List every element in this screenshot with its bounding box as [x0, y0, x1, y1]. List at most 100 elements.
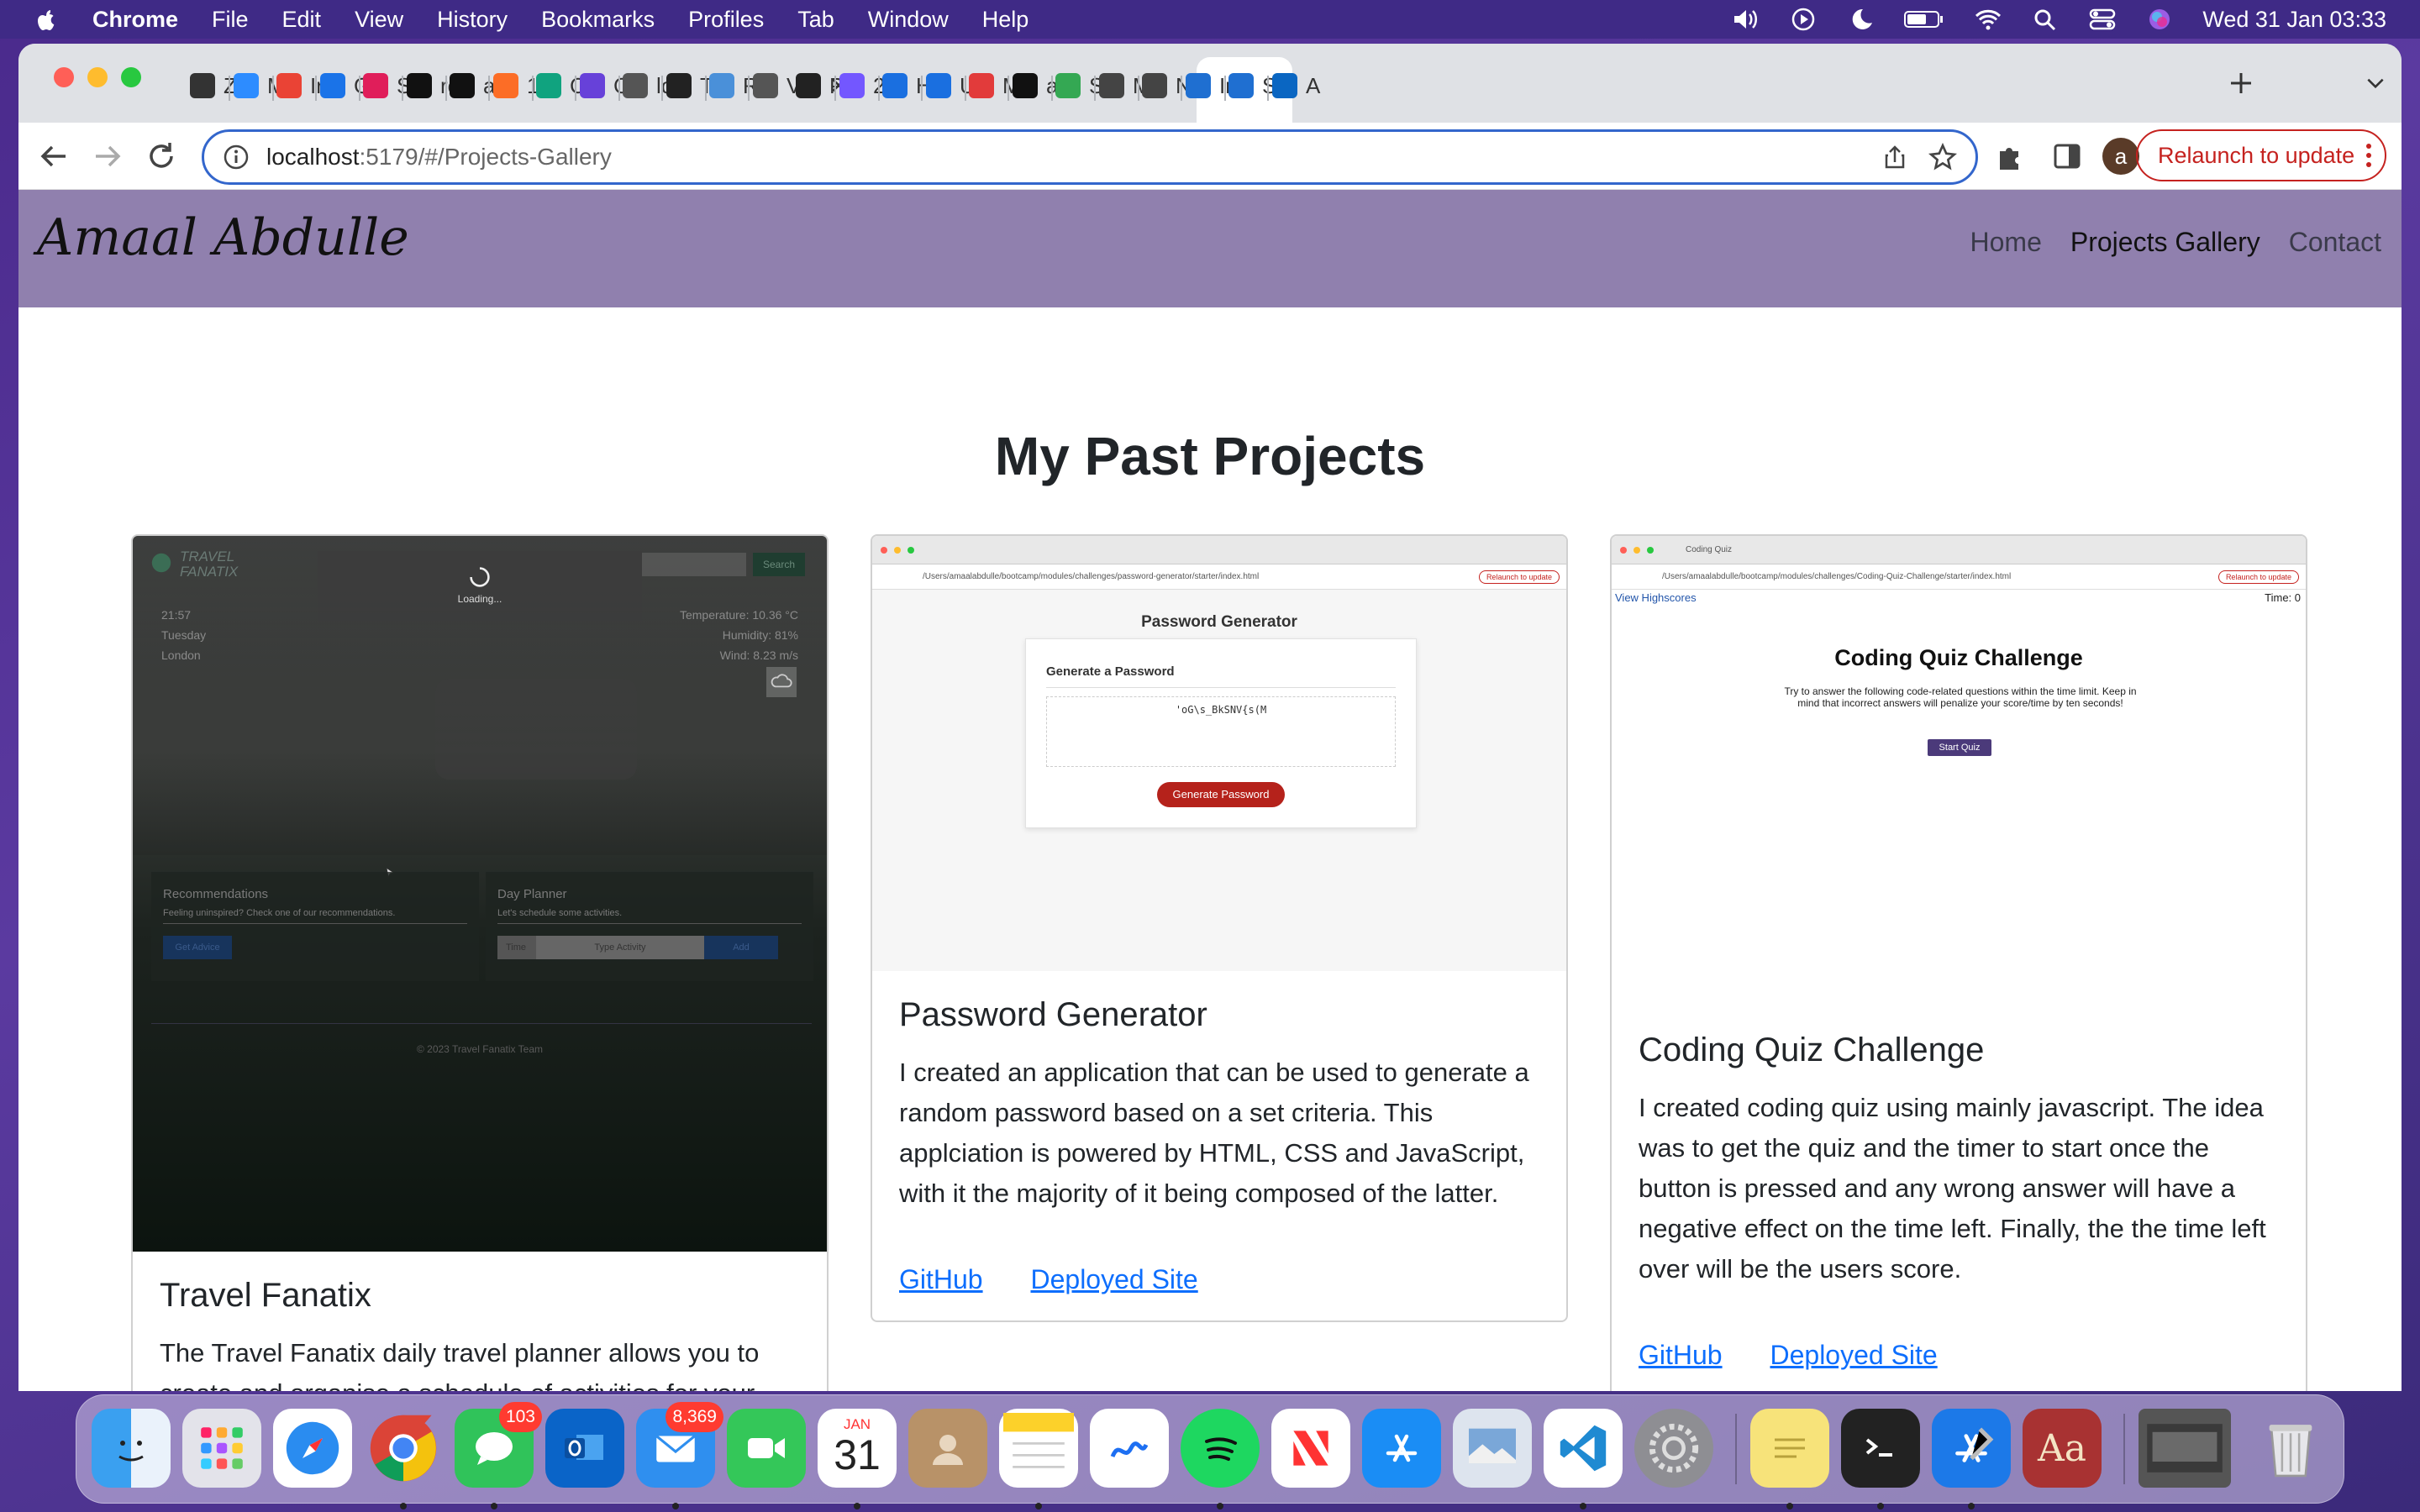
calendar-app-icon[interactable]: JAN 31	[818, 1409, 897, 1509]
menu-help[interactable]: Help	[982, 7, 1029, 33]
browser-tab[interactable]: S	[1228, 69, 1276, 102]
app-store-app-icon[interactable]	[1362, 1409, 1441, 1488]
new-tab-plus-icon[interactable]	[2228, 71, 2254, 96]
pg-generate-button[interactable]: Generate Password	[1157, 782, 1285, 807]
spotlight-search-icon[interactable]	[2031, 7, 2060, 32]
system-settings-app-icon[interactable]	[1634, 1409, 1713, 1488]
menu-history[interactable]: History	[437, 7, 508, 33]
nav-home[interactable]: Home	[1970, 227, 2042, 258]
browser-tab[interactable]: P	[796, 69, 844, 102]
project-screenshot-travel-fanatix[interactable]: TRAVEL FANATIX Loading... Search 21:57 T…	[133, 536, 827, 1252]
safari-app-icon[interactable]	[273, 1409, 352, 1488]
address-bar[interactable]: localhost:5179/#/Projects-Gallery	[202, 129, 1978, 185]
browser-tab[interactable]: N	[1142, 69, 1192, 102]
browser-tab[interactable]: C	[580, 69, 629, 102]
minimized-window-thumbnail[interactable]	[2139, 1409, 2231, 1488]
messages-app-icon[interactable]: 103	[455, 1402, 542, 1509]
outlook-app-icon[interactable]	[545, 1409, 624, 1488]
pg-password-output[interactable]: 'oG\s_BkSNV{s(M	[1046, 696, 1396, 767]
browser-tab[interactable]: R	[709, 69, 759, 102]
focus-moon-icon[interactable]	[1846, 7, 1875, 32]
menu-app-name[interactable]: Chrome	[92, 7, 178, 33]
site-brand[interactable]: Amaal Abdulle	[37, 208, 409, 267]
tab-separator	[1007, 76, 1009, 101]
side-panel-icon[interactable]	[2052, 141, 2082, 171]
menu-tab[interactable]: Tab	[797, 7, 834, 33]
github-link[interactable]: GitHub	[899, 1264, 983, 1294]
freeform-app-icon[interactable]	[1090, 1409, 1169, 1488]
add-activity-button[interactable]: Add	[704, 936, 778, 959]
browser-tab[interactable]: Ir	[276, 69, 324, 102]
chrome-app-icon[interactable]	[364, 1409, 443, 1509]
browser-tab[interactable]: Z	[190, 69, 237, 102]
get-advice-button[interactable]: Get Advice	[163, 936, 232, 959]
news-app-icon[interactable]	[1271, 1409, 1350, 1488]
tab-search-chevron-down-icon[interactable]	[2365, 72, 2386, 94]
activity-input-mini[interactable]: Type Activity	[536, 936, 704, 959]
menu-edit[interactable]: Edit	[282, 7, 322, 33]
project-screenshot-coding-quiz[interactable]: Coding Quiz /Users/amaalabdulle/bootcamp…	[1612, 536, 2306, 1006]
launchpad-app-icon[interactable]	[182, 1409, 261, 1488]
apple-logo-icon[interactable]	[34, 7, 59, 32]
siri-icon[interactable]	[2145, 7, 2174, 32]
browser-tab[interactable]: C	[536, 69, 586, 102]
menu-bar-clock[interactable]: Wed 31 Jan 03:33	[2202, 7, 2386, 33]
deployed-site-link[interactable]: Deployed Site	[1030, 1264, 1197, 1294]
volume-icon[interactable]	[1732, 7, 1760, 32]
quiz-start-button[interactable]: Start Quiz	[1928, 739, 1991, 756]
back-arrow-icon[interactable]	[35, 138, 72, 175]
project-screenshot-password-generator[interactable]: /Users/amaalabdulle/bootcamp/modules/cha…	[872, 536, 1566, 971]
zoom-window-button[interactable]	[121, 67, 141, 87]
share-icon[interactable]	[1881, 144, 1908, 171]
xcode-app-icon[interactable]	[1932, 1409, 2011, 1509]
stickies-app-icon[interactable]	[1750, 1409, 1829, 1509]
quiz-view-highscores[interactable]: View Highscores	[1615, 591, 1697, 604]
github-link[interactable]: GitHub	[1639, 1340, 1723, 1370]
facetime-app-icon[interactable]	[727, 1409, 806, 1488]
now-playing-icon[interactable]	[1789, 7, 1818, 32]
control-center-icon[interactable]	[2088, 7, 2117, 32]
globe-logo-icon	[151, 553, 171, 573]
minimize-window-button[interactable]	[87, 67, 108, 87]
contacts-app-icon[interactable]	[908, 1409, 987, 1488]
menu-window[interactable]: Window	[868, 7, 949, 33]
notes-app-icon[interactable]	[999, 1409, 1078, 1509]
browser-tab[interactable]: H	[882, 69, 932, 102]
browser-tab[interactable]: S	[1055, 69, 1103, 102]
preview-app-icon[interactable]	[1453, 1409, 1532, 1488]
close-window-button[interactable]	[54, 67, 74, 87]
time-input-mini[interactable]: Time	[497, 936, 536, 959]
browser-tab[interactable]: A	[1272, 69, 1320, 102]
menu-file[interactable]: File	[212, 7, 249, 33]
nav-contact[interactable]: Contact	[2289, 227, 2381, 258]
browser-tab[interactable]: S	[363, 69, 411, 102]
menu-profiles[interactable]: Profiles	[688, 7, 764, 33]
terminal-app-icon[interactable]	[1841, 1409, 1920, 1509]
reload-icon[interactable]	[143, 138, 180, 175]
nav-projects-gallery[interactable]: Projects Gallery	[2070, 227, 2260, 258]
vscode-app-icon[interactable]	[1544, 1409, 1623, 1509]
spotify-app-icon[interactable]	[1181, 1409, 1260, 1509]
browser-tab[interactable]: Ir	[1186, 69, 1233, 102]
dictionary-app-icon[interactable]: Aa	[2023, 1409, 2102, 1488]
bookmark-star-icon[interactable]	[1928, 143, 1957, 171]
battery-icon[interactable]	[1903, 7, 1945, 32]
forward-arrow-icon[interactable]	[89, 138, 126, 175]
profile-avatar[interactable]: a	[2102, 138, 2139, 175]
trash-icon[interactable]	[2251, 1409, 2330, 1488]
deployed-site-link[interactable]: Deployed Site	[1770, 1340, 1937, 1370]
search-input-mini[interactable]	[642, 553, 746, 576]
finder-app-icon[interactable]	[92, 1409, 171, 1488]
wifi-icon[interactable]	[1974, 7, 2002, 32]
relaunch-to-update-button[interactable]: Relaunch to update	[2136, 129, 2386, 181]
search-button-mini[interactable]: Search	[753, 553, 805, 576]
menu-bookmarks[interactable]: Bookmarks	[541, 7, 655, 33]
menu-view[interactable]: View	[355, 7, 403, 33]
mail-app-icon[interactable]: 8,369	[636, 1402, 723, 1509]
browser-tab[interactable]: U	[926, 69, 976, 102]
site-info-icon[interactable]	[223, 144, 250, 171]
more-vertical-icon[interactable]	[2365, 140, 2373, 171]
browser-tab[interactable]: lc	[623, 69, 672, 102]
extensions-puzzle-icon[interactable]	[1995, 141, 2025, 171]
browser-tab[interactable]: T	[666, 69, 713, 102]
